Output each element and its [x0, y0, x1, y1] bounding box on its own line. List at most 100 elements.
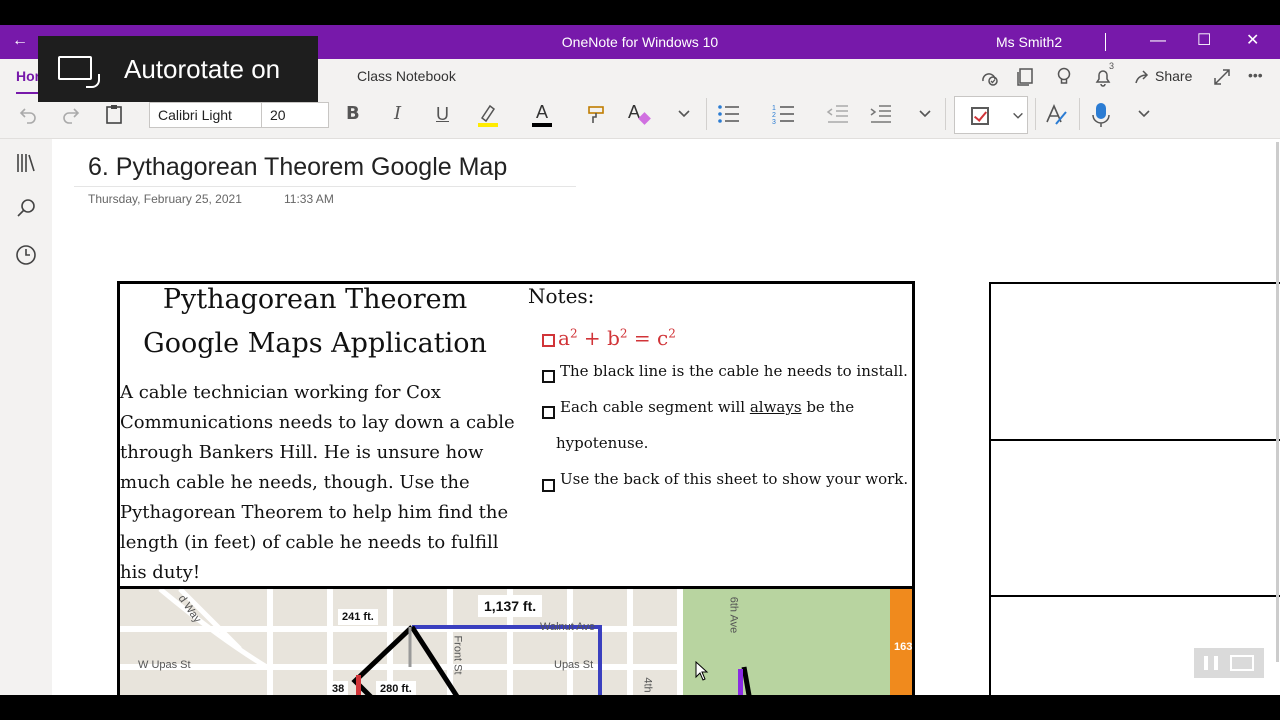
svg-text:3: 3	[772, 119, 776, 125]
map-street-label: W Upas St	[138, 659, 191, 671]
page-date: Thursday, February 25, 2021	[88, 192, 242, 206]
formula-c: c	[657, 326, 669, 350]
pause-icon[interactable]	[1204, 656, 1218, 670]
note-text-part: be the	[801, 398, 855, 416]
formula-plus: +	[577, 326, 608, 350]
lightbulb-icon[interactable]	[1055, 67, 1073, 87]
screen-recorder-controls[interactable]	[1194, 648, 1264, 678]
distance-callout: 280 ft.	[376, 681, 416, 695]
close-button[interactable]: ✕	[1246, 31, 1259, 51]
checkbox-bullet-icon	[542, 334, 555, 347]
autorotate-text: Autorotate on	[124, 54, 281, 84]
letterbox-top	[0, 0, 1280, 25]
fullscreen-expand-icon[interactable]	[1212, 67, 1232, 87]
spelling-icon[interactable]	[1044, 102, 1070, 128]
recent-clock-icon[interactable]	[14, 243, 38, 267]
chevron-down-icon[interactable]	[676, 106, 692, 122]
page-scrollbar[interactable]	[1276, 142, 1279, 662]
highlighter-icon[interactable]	[476, 102, 500, 128]
distance-callout: 1,137 ft.	[478, 595, 543, 617]
bullet-list-icon[interactable]	[717, 103, 741, 125]
formula-b: b	[607, 326, 620, 350]
redo-icon[interactable]	[60, 103, 82, 125]
page-title[interactable]: 6. Pythagorean Theorem Google Map	[88, 153, 507, 182]
tab-home[interactable]: Hor	[16, 68, 40, 84]
table-row-divider	[991, 439, 1280, 441]
chevron-down-icon[interactable]	[917, 106, 933, 122]
table-row-divider	[991, 595, 1280, 597]
tab-class-notebook[interactable]: Class Notebook	[357, 68, 456, 84]
letterbox-bottom	[0, 695, 1280, 720]
ribbon-separator	[1079, 98, 1080, 130]
problem-line: much cable he needs, though. Use the	[120, 472, 470, 493]
navigation-rail	[0, 139, 52, 695]
worksheet-image[interactable]: Pythagorean Theorem Google Maps Applicat…	[117, 281, 915, 695]
search-icon[interactable]	[14, 196, 38, 220]
bold-button[interactable]: B	[346, 104, 360, 124]
chevron-down-icon[interactable]	[1136, 106, 1152, 122]
page-time: 11:33 AM	[284, 192, 334, 206]
map-street-label: Upas St	[554, 659, 594, 671]
screen-icon[interactable]	[1230, 655, 1254, 671]
problem-line: A cable technician working for Cox	[120, 382, 441, 403]
worksheet-title-line1: Pythagorean Theorem	[162, 284, 468, 315]
formula-exponent: 2	[619, 326, 628, 341]
dictate-microphone-icon[interactable]	[1090, 101, 1112, 129]
autorotate-toast: Autorotate on	[38, 36, 318, 102]
checkbox-bullet-icon	[542, 479, 555, 492]
more-options-icon[interactable]: •••	[1248, 65, 1263, 85]
maximize-button[interactable]: ☐	[1197, 31, 1211, 51]
worksheet-title-line2: Google Maps Application	[143, 328, 487, 359]
titlebar-separator	[1105, 33, 1106, 51]
checkbox-bullet-icon	[542, 406, 555, 419]
note-item: Use the back of this sheet to show your …	[560, 470, 909, 488]
problem-line: length (in feet) of cable he needs to fu…	[120, 532, 499, 553]
google-map: d Way W Upas St Upas St Walnut Ave Front…	[120, 589, 912, 695]
format-painter-icon[interactable]	[586, 103, 608, 125]
share-button[interactable]: Share	[1155, 68, 1192, 84]
map-street-label: 4th	[641, 677, 654, 693]
rotate-screen-icon	[58, 56, 100, 88]
underline-button[interactable]: U	[436, 104, 449, 124]
italic-button[interactable]: I	[394, 104, 401, 124]
font-size-input[interactable]: 20	[261, 102, 329, 128]
distance-callout: 241 ft.	[338, 609, 378, 625]
increase-indent-icon[interactable]	[869, 103, 893, 125]
clear-formatting-button[interactable]: A	[628, 102, 654, 128]
formula-a: a	[558, 326, 570, 350]
clipboard-icon[interactable]	[104, 103, 124, 125]
eraser-icon	[638, 112, 651, 125]
note-item: Each cable segment will always be the	[560, 398, 854, 416]
note-item: The black line is the cable he needs to …	[560, 362, 908, 380]
problem-line: Communications needs to lay down a cable	[120, 412, 515, 433]
decrease-indent-icon[interactable]	[826, 103, 850, 125]
problem-line: through Bankers Hill. He is unsure how	[120, 442, 484, 463]
minimize-button[interactable]: —	[1150, 31, 1166, 51]
to-do-tag-dropdown[interactable]	[954, 96, 1028, 134]
user-name[interactable]: Ms Smith2	[996, 34, 1062, 50]
sync-icon[interactable]	[978, 67, 1000, 87]
note-text-part: Each cable segment will	[560, 398, 750, 416]
share-icon[interactable]	[1133, 67, 1151, 87]
mouse-cursor-icon	[695, 661, 709, 681]
undo-icon[interactable]	[17, 103, 39, 125]
title-underline	[74, 186, 576, 187]
notes-heading: Notes:	[528, 284, 595, 308]
map-street-label: 6th Ave	[727, 596, 740, 634]
ribbon-separator	[706, 98, 707, 130]
ribbon-separator	[945, 98, 946, 130]
formula-equals: =	[627, 326, 657, 350]
highway-shield: 163	[894, 641, 912, 653]
ribbon-separator	[1035, 98, 1036, 130]
note-item-continued: hypotenuse.	[556, 434, 649, 452]
page-view-icon[interactable]	[1016, 67, 1036, 87]
numbered-list-icon[interactable]: 123	[772, 103, 796, 125]
font-name-input[interactable]: Calibri Light	[149, 102, 262, 128]
chevron-down-icon	[1013, 112, 1023, 119]
answer-table[interactable]	[989, 282, 1280, 695]
svg-text:1: 1	[772, 105, 776, 112]
notification-count: 3	[1109, 61, 1115, 71]
font-color-button[interactable]: A	[530, 102, 554, 128]
notebooks-icon[interactable]	[14, 151, 38, 175]
active-tab-indicator	[16, 92, 40, 94]
